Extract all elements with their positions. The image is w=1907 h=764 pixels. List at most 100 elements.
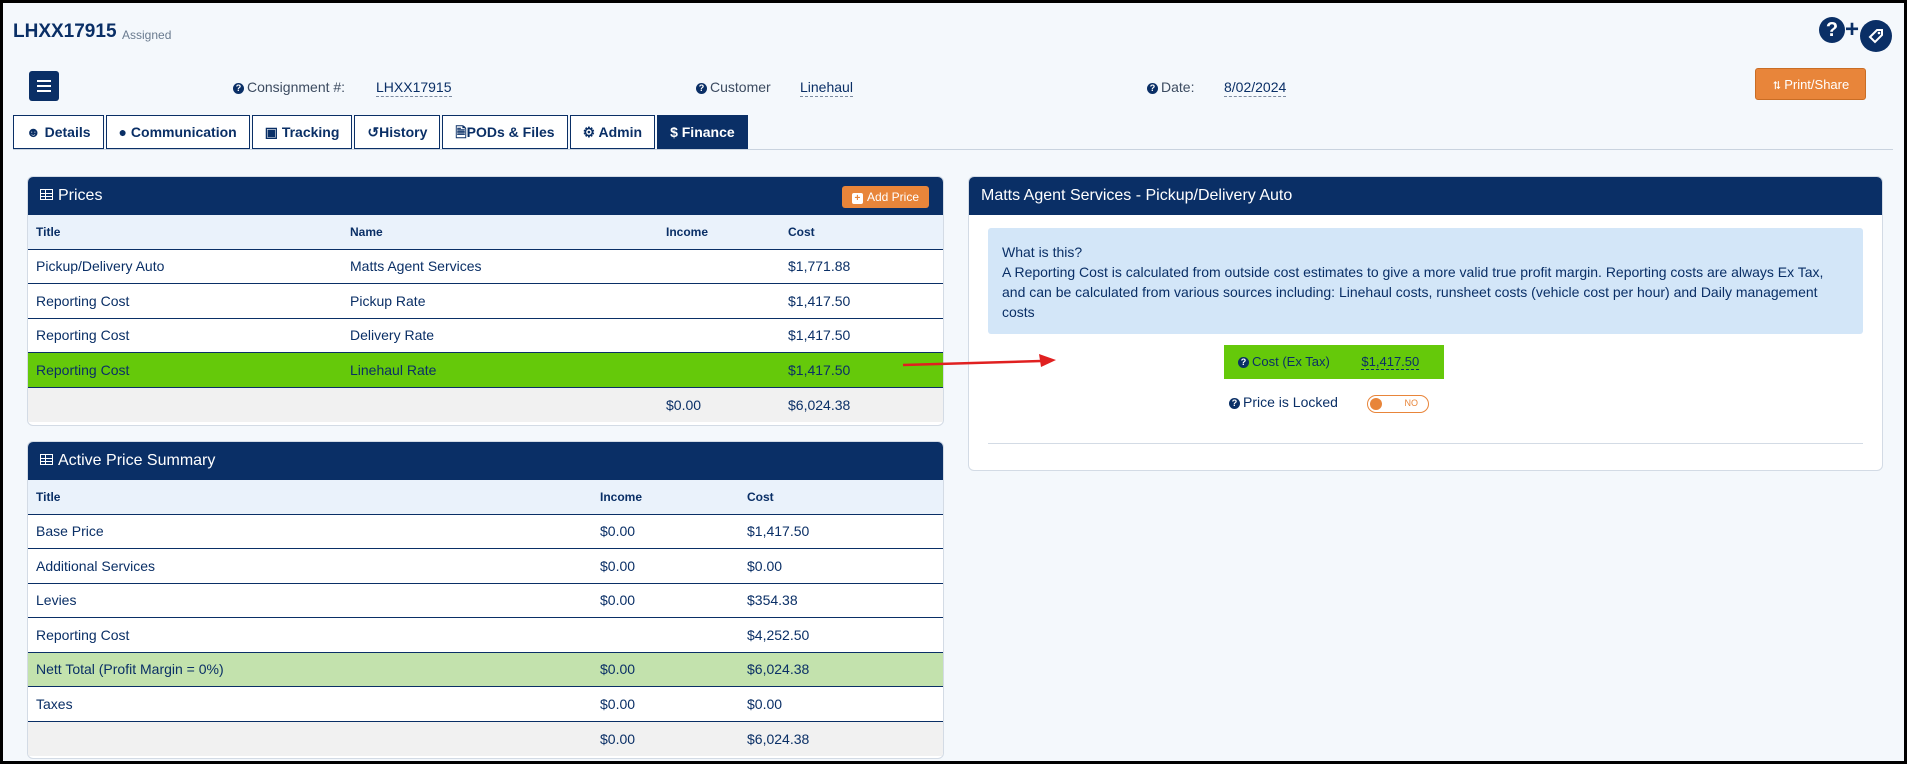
cell: $354.38	[739, 583, 943, 618]
table-footer-row: $0.00 $6,024.38	[28, 721, 943, 756]
customer-label: Customer	[710, 79, 771, 95]
cell: $1,417.50	[780, 318, 943, 353]
column-header: Title	[28, 480, 592, 515]
tab-bar: ☻ Details ● Communication ▣ Tracking ↺Hi…	[13, 115, 748, 149]
table-icon	[40, 454, 53, 465]
date-value[interactable]: 8/02/2024	[1224, 79, 1287, 97]
cell: Matts Agent Services	[342, 249, 658, 284]
cell: Levies	[28, 583, 592, 618]
active-price-summary-panel: Active Price Summary Title Income Cost B…	[27, 441, 944, 759]
table-row: Additional Services $0.00 $0.00	[28, 548, 943, 584]
cost-value: $1,417.50	[1361, 354, 1420, 370]
hamburger-menu-button[interactable]	[29, 71, 59, 101]
cell: Delivery Rate	[342, 318, 658, 353]
consignment-value[interactable]: LHXX17915	[376, 79, 452, 97]
table-row[interactable]: Pickup/Delivery Auto Matts Agent Services…	[28, 249, 943, 284]
table-row: Levies $0.00 $354.38	[28, 583, 943, 618]
cell: $1,417.50	[739, 514, 943, 549]
table-row[interactable]: Reporting Cost Pickup Rate $1,417.50	[28, 283, 943, 319]
tab-admin[interactable]: ⚙ Admin	[569, 115, 656, 149]
toggle-knob	[1370, 398, 1382, 410]
tab-communication[interactable]: ● Communication	[105, 115, 250, 149]
cell	[658, 249, 780, 284]
cell: $6,024.38	[780, 387, 943, 422]
status-badge: Assigned	[122, 28, 172, 42]
file-icon: 🗎	[455, 124, 467, 140]
print-share-label: Print/Share	[1784, 77, 1850, 92]
cell: $6,024.38	[739, 652, 943, 687]
date-label: Date:	[1161, 79, 1195, 95]
tab-label: Tracking	[281, 124, 340, 140]
cell: $6,024.38	[739, 721, 943, 756]
summary-table: Title Income Cost Base Price $0.00 $1,417.…	[28, 480, 943, 756]
cell: Linehaul Rate	[342, 352, 658, 388]
table-row-selected[interactable]: Reporting Cost Linehaul Rate $1,417.50	[28, 352, 943, 388]
customer-field: ? Customer	[696, 79, 771, 97]
plus-icon[interactable]: +	[1845, 17, 1859, 43]
cell: Reporting Cost	[28, 318, 342, 353]
consignment-field: ? Consignment #:	[233, 79, 345, 97]
customer-value[interactable]: Linehaul	[800, 79, 853, 97]
tab-label: History	[379, 124, 428, 140]
cell	[28, 387, 342, 422]
tab-label: Communication	[130, 124, 237, 140]
price-locked-field: ? Price is Locked	[1229, 394, 1338, 410]
table-icon	[40, 189, 53, 200]
tab-label: Finance	[681, 124, 735, 140]
prices-header: Prices + Add Price	[28, 177, 943, 215]
price-locked-toggle[interactable]: NO	[1367, 395, 1429, 413]
cell: Additional Services	[28, 548, 592, 584]
cell	[658, 283, 780, 319]
print-share-button[interactable]: ⮁ Print/Share	[1755, 68, 1866, 100]
tab-finance[interactable]: $ Finance	[657, 115, 748, 149]
column-header: Cost	[739, 480, 943, 515]
column-header: Name	[342, 215, 658, 250]
cell: $1,771.88	[780, 249, 943, 284]
tab-label: PODs & Files	[466, 124, 555, 140]
cell: Reporting Cost	[28, 352, 342, 388]
cell	[658, 318, 780, 353]
detail-header: Matts Agent Services - Pickup/Delivery A…	[969, 177, 1882, 215]
user-icon: ☻	[26, 124, 41, 140]
tab-label: Admin	[598, 124, 643, 140]
prices-title: Prices	[58, 187, 103, 204]
gear-icon: ⚙	[582, 124, 596, 140]
table-row[interactable]: Reporting Cost Delivery Rate $1,417.50	[28, 318, 943, 353]
tab-pods-files[interactable]: 🗎PODs & Files	[442, 115, 568, 149]
tab-tracking[interactable]: ▣ Tracking	[251, 115, 353, 149]
cost-ex-tax-field[interactable]: ? Cost (Ex Tax) $1,417.50	[1224, 345, 1444, 379]
prices-table: Title Name Income Cost Pickup/Delivery A…	[28, 215, 943, 422]
summary-title: Active Price Summary	[58, 452, 216, 469]
nett-total-row: Nett Total (Profit Margin = 0%) $0.00 $6,0…	[28, 652, 943, 687]
table-row: Taxes $0.00 $0.00	[28, 686, 943, 722]
comment-icon: ●	[118, 124, 128, 140]
cell: Reporting Cost	[28, 283, 342, 319]
cell: Taxes	[28, 686, 592, 722]
tag-icon[interactable]	[1860, 20, 1892, 52]
tab-divider	[13, 149, 1893, 150]
cell	[658, 352, 780, 388]
cell: $0.00	[739, 548, 943, 584]
truck-icon: ▣	[264, 124, 278, 140]
toggle-label: NO	[1404, 398, 1419, 408]
add-price-button[interactable]: + Add Price	[841, 186, 929, 208]
tab-details[interactable]: ☻ Details	[13, 115, 104, 149]
question-icon: ?	[1238, 357, 1249, 368]
cell: Nett Total (Profit Margin = 0%)	[28, 652, 592, 687]
cost-label: Cost (Ex Tax)	[1252, 354, 1330, 369]
cell: Pickup/Delivery Auto	[28, 249, 342, 284]
divider	[988, 443, 1863, 444]
column-header: Income	[658, 215, 780, 250]
cell: Reporting Cost	[28, 617, 592, 653]
cell	[342, 387, 658, 422]
help-icon[interactable]: ?	[1819, 17, 1845, 43]
cell: $0.00	[592, 514, 739, 549]
cell: $0.00	[658, 387, 780, 422]
tab-history[interactable]: ↺History	[354, 115, 441, 149]
prices-panel: Prices + Add Price Title Name Income Cost…	[27, 176, 944, 426]
table-footer-row: $0.00 $6,024.38	[28, 387, 943, 422]
cell	[28, 721, 592, 756]
add-price-label: Add Price	[866, 190, 919, 204]
plus-square-icon: +	[851, 193, 863, 204]
question-icon: ?	[1147, 83, 1158, 94]
